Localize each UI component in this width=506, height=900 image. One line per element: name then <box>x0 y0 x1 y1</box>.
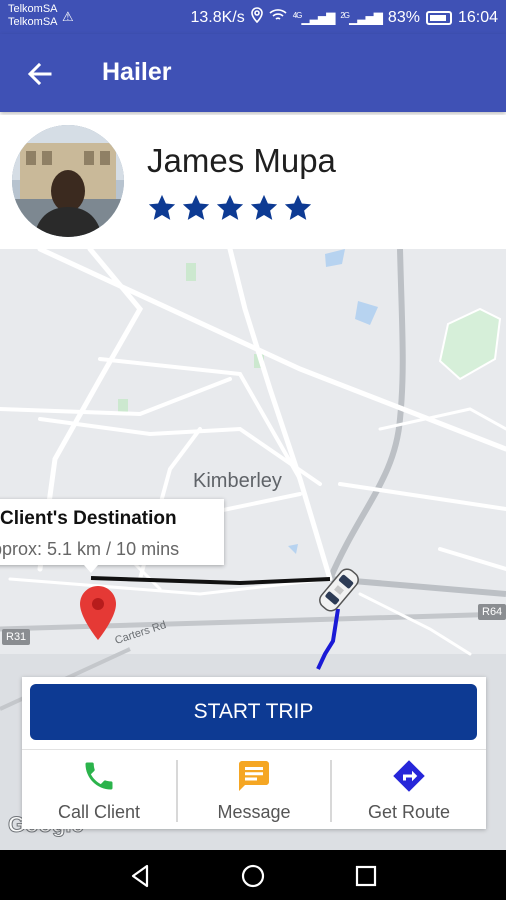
message-icon <box>239 761 269 791</box>
location-icon <box>250 7 263 28</box>
info-window-tail <box>84 565 98 573</box>
rating-stars <box>147 193 313 223</box>
signal-icon-2: 2G▁▃▅▇ <box>340 10 383 25</box>
status-indicators: 13.8K/s 4G▁▃▅▇ 2G▁▃▅▇ 83% 16:04 <box>190 7 498 28</box>
map-city-label: Kimberley <box>193 470 282 492</box>
signal-icon-1: 4G▁▃▅▇ <box>292 10 336 25</box>
driver-card: James Mupa <box>0 115 506 249</box>
get-route-label: Get Route <box>367 802 451 822</box>
app-title: Hailer <box>102 58 172 86</box>
star-icon <box>284 194 312 220</box>
get-route-button[interactable]: Get Route <box>332 750 486 830</box>
recents-square-icon[interactable] <box>352 862 380 890</box>
car-marker-icon[interactable] <box>312 563 366 617</box>
road-badge-r64: R64 <box>478 604 506 620</box>
arrow-back-icon[interactable] <box>22 56 58 92</box>
phone-icon <box>85 762 113 790</box>
avatar <box>12 125 124 237</box>
info-window-title: Client's Destination <box>0 508 177 529</box>
signal-type-1: 4G <box>292 10 303 20</box>
action-panel: START TRIP Call Client Message Get Route <box>22 677 486 829</box>
warning-icon: ⚠ <box>62 9 74 24</box>
back-triangle-icon[interactable] <box>127 862 155 890</box>
status-bar: TelkomSA TelkomSA ⚠ 13.8K/s 4G▁▃▅▇ 2G▁▃▅… <box>0 0 506 34</box>
destination-pin-icon[interactable] <box>78 584 118 642</box>
call-client-label: Call Client <box>57 802 141 822</box>
star-icon <box>148 194 176 220</box>
clock: 16:04 <box>457 8 498 26</box>
battery-icon <box>425 10 452 25</box>
message-label: Message <box>217 802 291 822</box>
network-speed: 13.8K/s <box>190 8 245 26</box>
destination-info-window[interactable]: Client's Destination Approx: 5.1 km / 10… <box>0 499 224 565</box>
start-trip-button[interactable]: START TRIP <box>30 684 477 740</box>
carrier-names: TelkomSA TelkomSA <box>8 3 58 29</box>
action-row: Call Client Message Get Route <box>22 749 486 829</box>
star-icon <box>250 194 278 220</box>
driver-name: James Mupa <box>147 142 336 179</box>
directions-icon <box>393 760 425 792</box>
home-circle-icon[interactable] <box>239 862 267 890</box>
info-window-subtitle: Approx: 5.1 km / 10 mins <box>0 539 180 559</box>
app-bar: Hailer <box>0 34 506 112</box>
star-icon <box>182 194 210 220</box>
star-icon <box>216 194 244 220</box>
wifi-icon <box>269 8 287 27</box>
message-button[interactable]: Message <box>177 750 331 830</box>
signal-type-2: 2G <box>340 10 350 20</box>
carrier-2: TelkomSA <box>8 16 58 28</box>
carrier-1: TelkomSA <box>8 3 58 15</box>
battery-percent: 83% <box>387 8 420 26</box>
system-nav-bar <box>0 850 506 900</box>
road-badge-r31: R31 <box>2 629 31 645</box>
call-client-button[interactable]: Call Client <box>22 750 176 830</box>
